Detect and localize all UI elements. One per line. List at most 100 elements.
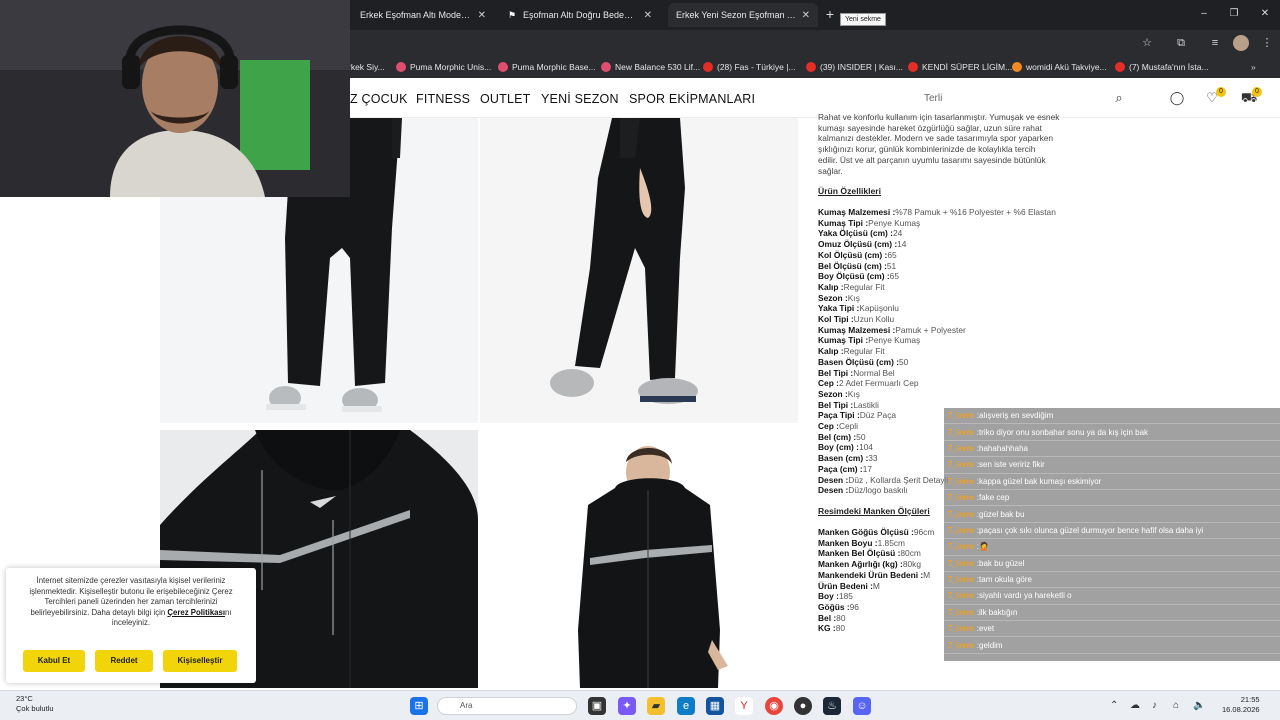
bookmark-label: (7) Mustafa'nın İsta... xyxy=(1129,62,1209,72)
bookmark-item[interactable]: (7) Mustafa'nın İsta... xyxy=(1115,60,1209,74)
spec-key: Kol Tipi : xyxy=(818,314,854,325)
reject-button[interactable]: Reddet xyxy=(95,650,153,672)
bookmark-item[interactable]: womidi Akü Takviye... xyxy=(1012,60,1107,74)
account-icon[interactable]: ◯ xyxy=(1168,89,1186,107)
new-tab-button[interactable]: + xyxy=(822,7,838,23)
chat-username: 7_irem xyxy=(948,607,974,617)
spec-key: Kumaş Tipi : xyxy=(818,217,869,228)
spec-key: Boy Ölçüsü (cm) : xyxy=(818,271,890,282)
bookmark-item[interactable]: Puma Morphic Base... xyxy=(498,60,596,74)
spec-row: Kalıp :Regular Fit xyxy=(818,346,1056,357)
spec-row: Kumaş Malzemesi :%78 Pamuk + %16 Polyest… xyxy=(818,207,1056,218)
star-icon[interactable]: ☆ xyxy=(1139,35,1155,51)
spec-row: Omuz Ölçüsü (cm) :14 xyxy=(818,239,1056,250)
search-input[interactable] xyxy=(918,86,1138,110)
taskbar-search[interactable]: Ara xyxy=(437,697,577,715)
bookmark-item[interactable]: KENDİ SÜPER LİGİM... xyxy=(908,60,1012,74)
copilot-icon[interactable]: ✦ xyxy=(618,697,636,715)
bookmark-label: womidi Akü Takviye... xyxy=(1026,62,1107,72)
chat-text: paçası çok sıkı olunca güzel durmuyor be… xyxy=(979,525,1204,535)
discord-icon[interactable]: ☺ xyxy=(853,697,871,715)
spec-row: Kol Ölçüsü (cm) :65 xyxy=(818,250,1056,261)
spec-key: Manken Boyu : xyxy=(818,537,878,548)
chat-username: 7_irem xyxy=(948,460,974,470)
bookmark-item[interactable]: New Balance 530 Lif... xyxy=(601,60,700,74)
spec-value: M xyxy=(923,569,931,580)
bookmark-item[interactable]: (28) Fas - Türkiye |... xyxy=(703,60,796,74)
spec-value: 65 xyxy=(889,271,899,282)
chat-message: 7_irem: triko diyor onu sonbahar sonu ya… xyxy=(944,424,1280,441)
tab-1[interactable]: Erkek Eşofman Altı Modelleri | G ✕ xyxy=(352,3,494,27)
bookmark-item[interactable]: (39) INSIDER | Kası... xyxy=(806,60,903,74)
chat-username: 7_irem xyxy=(948,476,974,486)
obs-icon[interactable]: ● xyxy=(794,697,812,715)
cookie-policy-link[interactable]: Çerez Politikası xyxy=(167,608,225,617)
extensions-icon[interactable]: ⧉ xyxy=(1173,35,1189,51)
chat-message: 7_irem: ilk baktığın xyxy=(944,605,1280,622)
tab-3-active[interactable]: Erkek Yeni Sezon Eşofman Altı ✕ xyxy=(668,3,818,27)
spec-row: Kalıp :Regular Fit xyxy=(818,282,1056,293)
chat-username: 7_irem xyxy=(948,443,974,453)
spec-key: Manken Göğüs Ölçüsü : xyxy=(818,527,914,537)
chrome-icon[interactable]: ◉ xyxy=(765,697,783,715)
spec-row: Kol Tipi :Uzun Kollu xyxy=(818,314,1056,325)
bookmark-item[interactable]: rkek Siy... xyxy=(348,60,385,74)
spec-value: 96cm xyxy=(913,527,935,537)
spec-value: Düz , Kollarda Şerit Detaylı xyxy=(848,474,949,485)
task-view-icon[interactable]: ▣ xyxy=(588,697,606,715)
nav-kids[interactable]: Z ÇOCUK xyxy=(350,92,408,106)
volume-icon[interactable]: 🔈 xyxy=(1193,700,1205,711)
menu-icon[interactable]: ⋮ xyxy=(1259,35,1275,51)
nav-new-season[interactable]: YENİ SEZON xyxy=(541,92,619,106)
bookmark-item[interactable]: Puma Morphic Unis... xyxy=(396,60,491,74)
yandex-icon[interactable]: Y xyxy=(735,697,753,715)
chat-text: alışveriş en sevdiğim xyxy=(979,411,1054,421)
network-icon[interactable]: ⌂ xyxy=(1173,700,1179,711)
customize-button[interactable]: Kişiselleştir xyxy=(163,650,237,672)
spec-key: Yaka Tipi : xyxy=(818,303,860,314)
spec-value: %78 Pamuk + %16 Polyester + %6 Elastan xyxy=(895,207,1056,217)
tray-app-icon[interactable]: ☁ xyxy=(1130,700,1140,711)
chat-message: 7_irem: paçası çok sıkı olunca güzel dur… xyxy=(944,523,1280,540)
nav-sports-equipment[interactable]: SPOR EKİPMANLARI xyxy=(629,92,755,106)
spec-key: Desen : xyxy=(818,485,849,496)
cookie-consent-banner: İnternet sitemizde çerezler vasıtasıyla … xyxy=(6,568,256,683)
start-icon[interactable]: ⊞ xyxy=(410,697,428,715)
chevron-up-icon[interactable]: ⌃ xyxy=(1110,700,1118,711)
chat-message: 7_irem: hahahahhaha xyxy=(944,441,1280,458)
spec-key: Kumaş Malzemesi : xyxy=(818,324,896,335)
weather-widget[interactable]: 23°C Çok bulutlu xyxy=(16,694,54,714)
spec-value: 80 xyxy=(835,623,846,634)
search-icon[interactable]: ⌕ xyxy=(1110,89,1128,107)
accept-button[interactable]: Kabul Et xyxy=(23,650,85,672)
spec-row: Kumaş Tipi :Penye Kumaş xyxy=(818,218,1056,229)
system-clock[interactable]: 21:55 16.08.2026 xyxy=(1222,695,1260,715)
edge-icon[interactable]: e xyxy=(677,697,695,715)
spec-row: Bel :80 xyxy=(818,613,934,624)
description-line: Rahat ve konforlu kullanım için tasarlan… xyxy=(818,112,1060,122)
folder-icon[interactable]: ▰ xyxy=(647,697,665,715)
media-icon[interactable]: ≡ xyxy=(1207,35,1223,51)
nav-fitness[interactable]: FITNESS xyxy=(416,92,470,106)
product-image-side[interactable] xyxy=(480,118,798,423)
store-icon[interactable]: ▦ xyxy=(706,697,724,715)
close-icon[interactable]: ✕ xyxy=(644,10,652,21)
more-bookmarks-icon[interactable]: » xyxy=(1251,60,1256,74)
site-favicon-icon xyxy=(1012,62,1022,72)
product-image-model-front[interactable] xyxy=(480,430,798,688)
spec-row: Sezon :Kış xyxy=(818,389,1056,400)
minimize-icon[interactable]: – xyxy=(1197,8,1211,19)
mic-icon[interactable]: ♪ xyxy=(1152,700,1157,711)
chat-message: 7_irem: geldim xyxy=(944,637,1280,654)
tab-2[interactable]: ⚑ Eşofman Altı Doğru Beden Seçim ✕ xyxy=(500,3,660,27)
nav-outlet[interactable]: OUTLET xyxy=(480,92,531,106)
steam-icon[interactable]: ♨ xyxy=(823,697,841,715)
close-icon[interactable]: ✕ xyxy=(802,10,810,21)
spec-row: Mankendeki Ürün Bedeni :M xyxy=(818,570,934,581)
features-heading: Ürün Özellikleri xyxy=(818,186,882,196)
avatar[interactable] xyxy=(1233,35,1249,51)
spec-value: 51 xyxy=(886,260,897,271)
close-icon[interactable]: ✕ xyxy=(478,10,486,21)
window-close-icon[interactable]: ✕ xyxy=(1258,8,1272,19)
maximize-icon[interactable]: ❐ xyxy=(1227,8,1241,19)
